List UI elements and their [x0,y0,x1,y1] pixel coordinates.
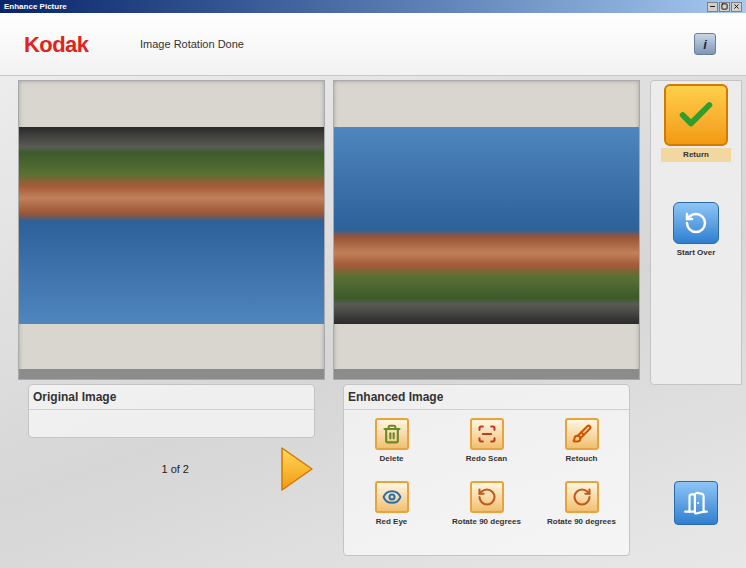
start-over-button[interactable]: Start Over [673,202,719,259]
minimize-button[interactable] [707,2,718,12]
scan-icon [477,424,497,444]
eye-icon [382,487,402,507]
header: KodakImage Rotation Done i [0,13,746,76]
exit-door-icon [683,490,709,516]
sidebar: Return Start Over [650,80,742,385]
enhance-picture-window: Enhance Picture KodakImage Rotation Done i… [0,0,746,568]
status-text: Image Rotation Done [140,36,244,53]
enhanced-image-panel [333,80,640,380]
window-title: Enhance Picture [4,3,67,11]
tool-button[interactable]: Rotate 90 degrees [534,481,629,528]
brush-icon [572,424,592,444]
original-image-box: Original Image [28,384,315,438]
original-image-panel [18,80,325,380]
kodak-logo: Kodak [24,28,140,61]
maximize-icon [721,3,728,10]
info-button[interactable]: i [694,33,716,55]
tool-button[interactable]: Red Eye [344,481,439,528]
tool-button[interactable]: Retouch [534,418,629,465]
main-area: Original Image 1 of 2 Enhanced Image Delete… [0,76,746,568]
exit-button[interactable] [674,481,718,525]
enhanced-image-label: Enhanced Image [344,385,629,410]
close-button[interactable] [731,2,742,12]
photo [19,127,324,324]
minimize-icon [709,3,716,10]
rotate-right-icon [572,487,592,507]
tool-button[interactable]: Rotate 90 degrees [439,481,534,528]
photo [334,127,639,324]
tool-button[interactable]: Delete [344,418,439,465]
page-counter: 1 of 2 [161,461,189,478]
title-bar: Enhance Picture [0,0,746,13]
delete-icon [382,424,402,444]
check-icon [676,95,716,135]
close-icon [733,3,740,10]
enhanced-image-box: Enhanced Image DeleteRedo ScanRetouch Red … [343,384,630,556]
next-arrow-icon [279,445,315,493]
original-image-label: Original Image [29,385,314,410]
maximize-button[interactable] [719,2,730,12]
start-over-icon [684,211,708,235]
rotate-left-icon [477,487,497,507]
next-button[interactable] [279,444,315,494]
return-button[interactable]: Return [651,84,741,162]
tool-button[interactable]: Redo Scan [439,418,534,465]
